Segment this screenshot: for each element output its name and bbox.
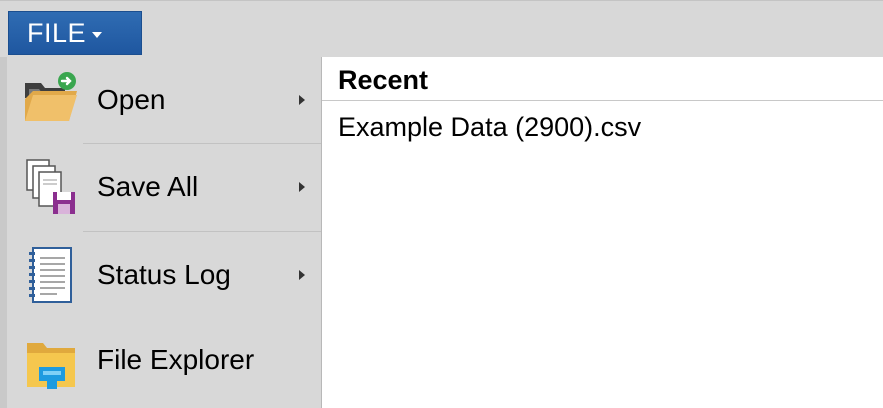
submenu-arrow-icon — [299, 182, 305, 192]
file-backstage-view: FILE Open Save All Status Log File Explo… — [0, 0, 883, 408]
file-menu-button[interactable]: FILE — [8, 11, 142, 55]
chevron-down-icon — [92, 32, 103, 38]
ribbon-bar: FILE — [0, 0, 883, 57]
menu-item-save-all[interactable]: Save All — [7, 144, 321, 232]
open-folder-icon — [25, 72, 77, 121]
file-menu-panel: Open Save All Status Log File Explorer — [0, 57, 322, 408]
file-explorer-icon — [27, 343, 75, 389]
status-log-icon — [29, 247, 72, 303]
file-menu-label: FILE — [27, 17, 87, 48]
menu-item-open[interactable]: Open — [7, 57, 321, 145]
submenu-arrow-icon — [299, 270, 305, 280]
menu-item-label: Save All — [97, 171, 199, 202]
menu-item-status-log[interactable]: Status Log — [7, 232, 321, 320]
menu-item-label: Open — [97, 84, 166, 115]
submenu-arrow-icon — [299, 95, 305, 105]
save-all-icon — [26, 159, 75, 214]
recent-files-pane: Recent Example Data (2900).csv — [322, 57, 883, 408]
menu-item-file-explorer[interactable]: File Explorer — [7, 319, 321, 407]
recent-file-item[interactable]: Example Data (2900).csv — [338, 112, 641, 143]
menu-item-label: File Explorer — [97, 344, 255, 375]
recent-divider — [322, 100, 883, 101]
recent-heading: Recent — [338, 65, 429, 95]
menu-item-label: Status Log — [97, 259, 231, 290]
